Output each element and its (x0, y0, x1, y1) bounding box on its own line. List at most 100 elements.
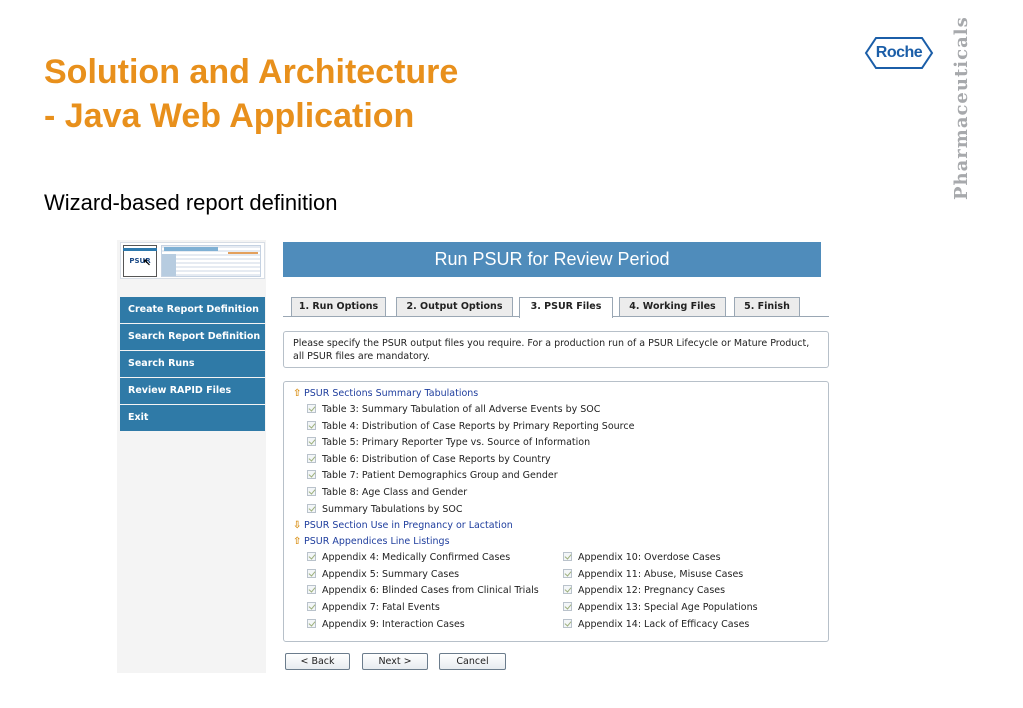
main-panel: Run PSUR for Review Period 1. Run Option… (283, 240, 831, 673)
list-item: Appendix 13: Special Age Populations (549, 600, 819, 617)
slide-title-line-2: - Java Web Application (44, 97, 415, 135)
section-summary-tabulations[interactable]: ⇧ PSUR Sections Summary Tabulations (293, 386, 828, 402)
sidebar-item-review-rapid-files[interactable]: Review RAPID Files (120, 378, 265, 404)
checkbox-label: Appendix 14: Lack of Efficacy Cases (578, 618, 750, 630)
checkbox-summary-by-soc[interactable] (307, 503, 316, 513)
list-item: Appendix 7: Fatal Events (293, 600, 551, 617)
wizard-tabs: 1. Run Options 2. Output Options 3. PSUR… (283, 297, 829, 318)
checkbox-appendix-5[interactable] (307, 568, 316, 578)
checkbox-appendix-12[interactable] (563, 585, 572, 595)
list-item: Table 7: Patient Demographics Group and … (293, 468, 828, 485)
checkbox-label: Appendix 9: Interaction Cases (322, 618, 465, 630)
checkbox-table-6[interactable] (307, 453, 316, 463)
list-item: Appendix 11: Abuse, Misuse Cases (549, 567, 819, 584)
checkbox-label: Table 7: Patient Demographics Group and … (322, 470, 558, 482)
app-thumbnail-image (161, 245, 261, 277)
checkbox-appendix-11[interactable] (563, 568, 572, 578)
list-item: Table 3: Summary Tabulation of all Adver… (293, 402, 828, 419)
appendices-grid: Appendix 4: Medically Confirmed Cases Ap… (293, 550, 828, 634)
list-item: Appendix 12: Pregnancy Cases (549, 583, 819, 600)
psur-logo-bar (123, 248, 157, 251)
checkbox-label: Table 6: Distribution of Case Reports by… (322, 453, 551, 465)
cancel-button[interactable]: Cancel (439, 653, 506, 670)
psur-files-box: ⇧ PSUR Sections Summary Tabulations Table… (283, 381, 829, 642)
checkbox-label: Appendix 7: Fatal Events (322, 601, 440, 613)
list-item: Appendix 14: Lack of Efficacy Cases (549, 617, 819, 634)
checkbox-appendix-7[interactable] (307, 601, 316, 611)
next-button[interactable]: Next > (362, 653, 428, 670)
checkbox-label: Appendix 4: Medically Confirmed Cases (322, 552, 511, 564)
list-item: Appendix 10: Overdose Cases (549, 550, 819, 567)
instructions-text: Please specify the PSUR output files you… (293, 338, 810, 362)
sidebar-item-create-report-definition[interactable]: Create Report Definition (120, 297, 265, 323)
section-appendices-line-listings[interactable]: ⇧ PSUR Appendices Line Listings (293, 534, 828, 550)
sidebar-nav: Create Report Definition Search Report D… (120, 297, 265, 432)
checkbox-label: Appendix 10: Overdose Cases (578, 552, 721, 564)
checkbox-appendix-4[interactable] (307, 552, 316, 562)
slide-title-line-1: Solution and Architecture (44, 53, 459, 91)
sidebar-item-search-runs[interactable]: Search Runs (120, 351, 265, 377)
checkbox-label: Table 8: Age Class and Gender (322, 486, 468, 498)
checkbox-label: Appendix 13: Special Age Populations (578, 601, 758, 613)
checkbox-label: Table 3: Summary Tabulation of all Adver… (322, 404, 601, 415)
checkbox-table-4[interactable] (307, 420, 316, 430)
checkbox-table-5[interactable] (307, 437, 316, 447)
list-item: Appendix 9: Interaction Cases (293, 617, 551, 634)
checkbox-table-7[interactable] (307, 470, 316, 480)
checkbox-appendix-6[interactable] (307, 585, 316, 595)
section-appendices-title: PSUR Appendices Line Listings (304, 536, 450, 548)
tab-finish[interactable]: 5. Finish (734, 297, 800, 316)
thumbnail-header (164, 247, 218, 251)
checkbox-label: Summary Tabulations by SOC (322, 503, 463, 515)
slide-subtitle: Wizard-based report definition (44, 190, 338, 215)
tab-working-files[interactable]: 4. Working Files (619, 297, 726, 316)
list-item: Summary Tabulations by SOC (293, 502, 828, 519)
checkbox-label: Appendix 5: Summary Cases (322, 568, 460, 580)
checkbox-appendix-13[interactable] (563, 601, 572, 611)
checkbox-table-3[interactable] (307, 404, 316, 413)
thumbnail-sidebar (162, 254, 176, 276)
checkbox-label: Table 4: Distribution of Case Reports by… (322, 420, 635, 432)
arrow-up-icon: ⇧ (293, 388, 302, 399)
list-item: Appendix 5: Summary Cases (293, 567, 551, 584)
roche-logo: Roche (864, 36, 934, 70)
list-item: Table 6: Distribution of Case Reports by… (293, 452, 828, 469)
back-button[interactable]: < Back (285, 653, 350, 670)
sidebar-item-search-report-definition[interactable]: Search Report Definition (120, 324, 265, 350)
page-title: Run PSUR for Review Period (283, 242, 821, 277)
app-logo: PSUR ↖ (120, 242, 265, 279)
checkbox-label: Appendix 6: Blinded Cases from Clinical … (322, 585, 539, 597)
psur-logo-icon: PSUR ↖ (123, 245, 157, 277)
list-item: Table 8: Age Class and Gender (293, 485, 828, 502)
checkbox-table-8[interactable] (307, 486, 316, 496)
section-pregnancy-title: PSUR Section Use in Pregnancy or Lactati… (304, 520, 513, 532)
checkbox-appendix-14[interactable] (563, 618, 572, 628)
list-item: Table 4: Distribution of Case Reports by… (293, 419, 828, 436)
sidebar: PSUR ↖ Create Report Definition Search R… (117, 240, 266, 673)
checkbox-label: Appendix 11: Abuse, Misuse Cases (578, 568, 744, 580)
checkbox-appendix-10[interactable] (563, 552, 572, 562)
appendices-column-right: Appendix 10: Overdose Cases Appendix 11:… (549, 550, 819, 633)
cursor-icon: ↖ (142, 258, 151, 269)
arrow-up-icon: ⇧ (293, 536, 302, 548)
slide-title: Solution and Architecture - Java Web App… (44, 50, 644, 138)
appendices-column-left: Appendix 4: Medically Confirmed Cases Ap… (293, 550, 551, 633)
checkbox-label: Appendix 12: Pregnancy Cases (578, 585, 726, 597)
list-item: Appendix 6: Blinded Cases from Clinical … (293, 583, 551, 600)
tab-output-options[interactable]: 2. Output Options (396, 297, 513, 316)
sidebar-item-exit[interactable]: Exit (120, 405, 265, 431)
pharmaceuticals-side-label: Pharmaceuticals (951, 16, 972, 200)
roche-logo-text: Roche (875, 44, 923, 61)
psur-app-window: PSUR ↖ Create Report Definition Search R… (117, 240, 831, 673)
section-pregnancy-lactation[interactable]: ⇩ PSUR Section Use in Pregnancy or Lactat… (293, 518, 828, 534)
instructions-box: Please specify the PSUR output files you… (283, 331, 829, 368)
list-item: Table 5: Primary Reporter Type vs. Sourc… (293, 435, 828, 452)
arrow-down-icon: ⇩ (293, 520, 302, 532)
thumbnail-accent (228, 252, 258, 254)
checkbox-label: Table 5: Primary Reporter Type vs. Sourc… (322, 437, 591, 449)
tab-psur-files[interactable]: 3. PSUR Files (519, 297, 613, 318)
list-item: Appendix 4: Medically Confirmed Cases (293, 550, 551, 567)
checkbox-appendix-9[interactable] (307, 618, 316, 628)
tab-run-options[interactable]: 1. Run Options (291, 297, 386, 316)
section-summary-title: PSUR Sections Summary Tabulations (304, 388, 479, 399)
